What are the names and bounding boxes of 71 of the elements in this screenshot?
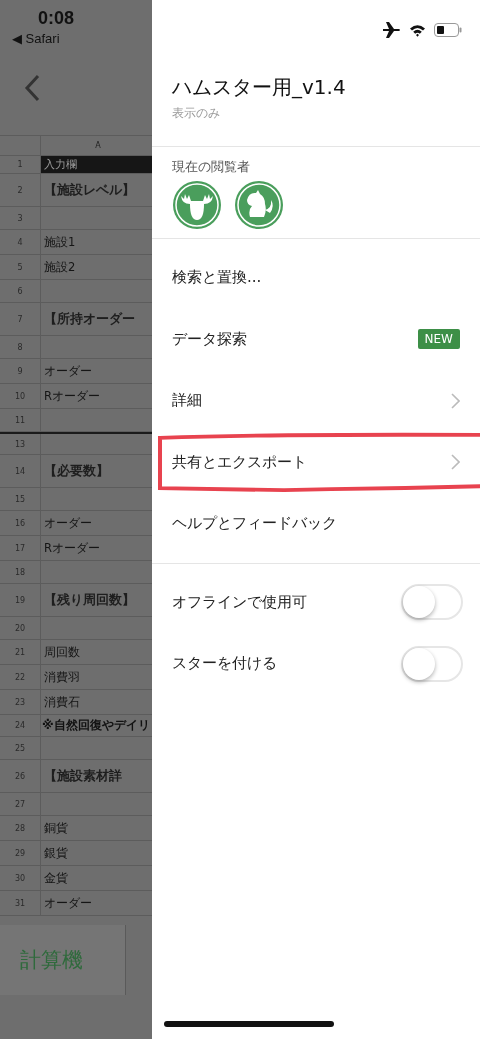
table-cell: 【必要数】: [44, 462, 109, 480]
row-number: 6: [0, 280, 41, 302]
row-number: 23: [0, 690, 41, 714]
status-time: 0:08: [38, 8, 76, 29]
row-number: 11: [0, 409, 41, 431]
row-number: 27: [0, 793, 41, 815]
table-cell: 消費羽: [44, 669, 80, 685]
airplane-icon: [383, 22, 401, 38]
wifi-icon: [409, 23, 426, 37]
row-number: 13: [0, 434, 41, 454]
table-cell: 【施設素材詳: [44, 767, 122, 785]
new-badge: NEW: [417, 329, 460, 350]
row-number: 2: [0, 174, 41, 206]
table-cell: Rオーダー: [44, 540, 100, 556]
access-mode-label: 表示のみ: [172, 105, 221, 122]
table-cell: 施設1: [44, 234, 76, 250]
row-number: 14: [0, 455, 41, 487]
back-icon[interactable]: [24, 74, 40, 102]
chevron-right-icon: [451, 454, 460, 471]
row-number: 9: [0, 359, 41, 383]
row-number: 3: [0, 207, 41, 229]
row-number: 17: [0, 536, 41, 560]
row-number: 29: [0, 841, 41, 865]
table-cell: 消費石: [44, 694, 80, 710]
row-number: 31: [0, 891, 41, 915]
back-to-app-link[interactable]: ◀ Safari: [12, 31, 60, 46]
menu-item[interactable]: 検索と置換...: [152, 247, 480, 309]
row-number: 28: [0, 816, 41, 840]
table-cell: 銅貨: [44, 820, 68, 836]
table-cell: オーダー: [44, 515, 92, 531]
table-cell: 周回数: [44, 644, 80, 660]
row-number: 26: [0, 760, 41, 792]
menu-item[interactable]: データ探索 NEW: [152, 308, 480, 370]
table-cell: オーダー: [44, 895, 92, 911]
toggle-label: スターを付ける: [172, 654, 277, 674]
row-number: 5: [0, 255, 41, 279]
table-cell: 【残り周回数】: [44, 591, 135, 609]
chevron-right-icon: [451, 392, 460, 409]
row-number: 15: [0, 488, 41, 510]
document-title: ハムスター用_v1.4: [172, 74, 347, 101]
menu-item[interactable]: 詳細: [152, 370, 480, 432]
table-cell: 入力欄: [41, 156, 152, 173]
battery-icon: [434, 23, 462, 37]
row-number: 22: [0, 665, 41, 689]
row-number: 4: [0, 230, 41, 254]
table-cell: 銀貨: [44, 845, 68, 861]
row-number: 25: [0, 737, 41, 759]
toggle-switch[interactable]: [401, 645, 463, 682]
row-number: 24: [0, 715, 41, 736]
row-number: 16: [0, 511, 41, 535]
row-number: 21: [0, 640, 41, 664]
row-number: 8: [0, 336, 41, 358]
moose-avatar-icon: [172, 180, 222, 230]
row-number: 19: [0, 584, 41, 616]
table-cell: 【所持オーダー: [44, 310, 135, 328]
menu-item[interactable]: ヘルプとフィードバック: [152, 493, 480, 555]
row-number: 18: [0, 561, 41, 583]
menu-item[interactable]: 共有とエクスポート: [152, 431, 480, 493]
table-cell: Rオーダー: [44, 388, 100, 404]
row-number: 7: [0, 303, 41, 335]
table-cell: オーダー: [44, 363, 92, 379]
table-cell: 施設2: [44, 259, 76, 275]
toggle-switch[interactable]: [401, 584, 463, 621]
table-cell: 金貨: [44, 870, 68, 886]
table-cell: 【施設レベル】: [44, 181, 135, 199]
rodent-avatar-icon: [234, 180, 284, 230]
table-cell: ※自然回復やデイリ: [42, 717, 150, 734]
row-number: 20: [0, 617, 41, 639]
viewers-label: 現在の閲覧者: [172, 159, 251, 176]
row-number: 10: [0, 384, 41, 408]
toggle-label: オフラインで使用可: [172, 592, 307, 612]
